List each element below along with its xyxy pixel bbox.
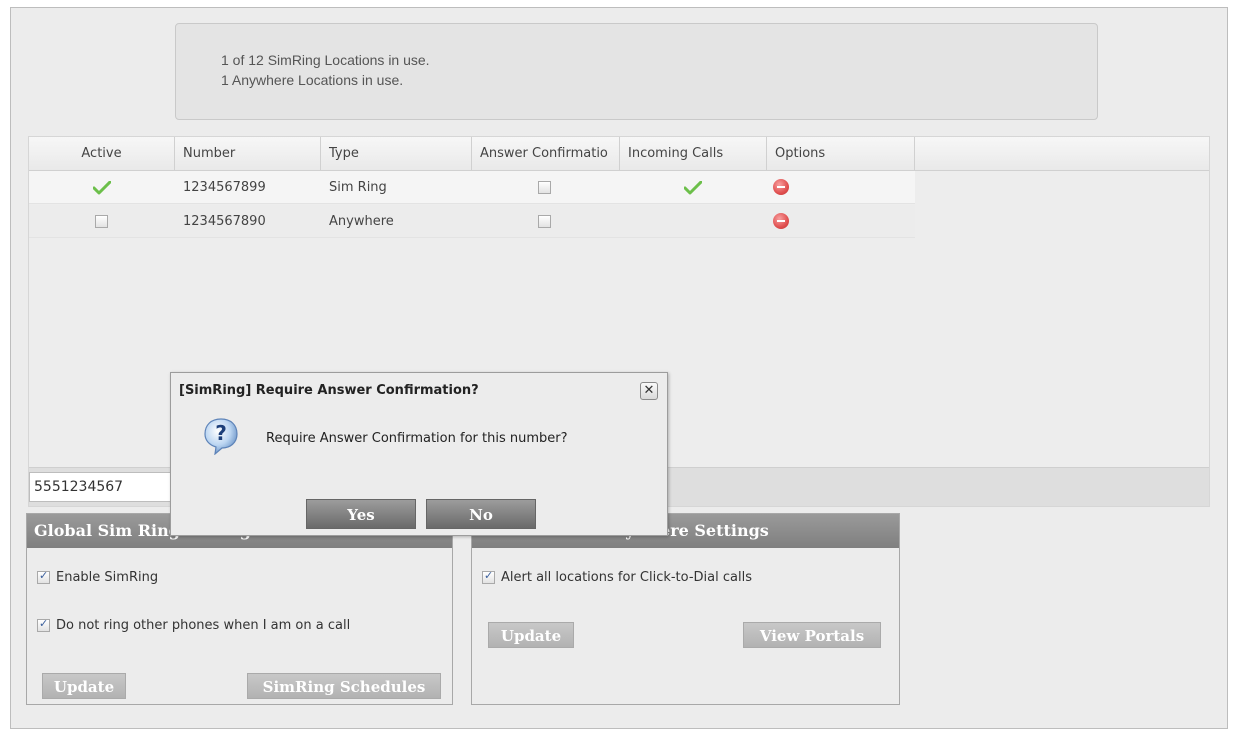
question-icon: ?	[204, 418, 238, 455]
yes-button[interactable]: Yes	[306, 499, 416, 529]
table-row[interactable]: 1234567890 Anywhere	[29, 205, 915, 238]
incoming-calls-check-icon	[684, 181, 702, 195]
simring-update-button[interactable]: Update	[42, 673, 126, 699]
row-type: Anywhere	[329, 214, 394, 229]
column-header-options[interactable]: Options	[767, 137, 915, 170]
enable-simring-label: Enable SimRing	[56, 570, 159, 585]
row-type: Sim Ring	[329, 180, 387, 195]
enable-simring-checkbox[interactable]	[37, 569, 50, 584]
usage-info-box: 1 of 12 SimRing Locations in use. 1 Anyw…	[175, 23, 1098, 120]
do-not-ring-label: Do not ring other phones when I am on a …	[56, 618, 351, 633]
grid-header: Active Number Type Answer Confirmatio In…	[29, 137, 1209, 171]
dialog-title: [SimRing] Require Answer Confirmation?	[179, 383, 479, 398]
active-check-icon[interactable]	[93, 181, 111, 195]
no-button[interactable]: No	[426, 499, 536, 529]
row-number: 1234567899	[183, 180, 266, 195]
view-portals-button[interactable]: View Portals	[743, 622, 881, 648]
remove-icon[interactable]	[773, 213, 789, 229]
active-checkbox[interactable]	[95, 215, 108, 228]
table-row[interactable]: 1234567899 Sim Ring	[29, 171, 915, 204]
dialog-message: Require Answer Confirmation for this num…	[266, 431, 568, 446]
do-not-ring-checkbox[interactable]	[37, 617, 50, 632]
answer-confirmation-dialog: [SimRing] Require Answer Confirmation? ✕…	[170, 372, 668, 536]
svg-text:?: ?	[215, 421, 227, 445]
column-header-active[interactable]: Active	[29, 137, 175, 170]
new-number-input[interactable]	[29, 472, 179, 502]
answer-confirmation-checkbox[interactable]	[538, 215, 551, 228]
alert-all-locations-checkbox[interactable]	[482, 569, 495, 584]
close-icon[interactable]: ✕	[640, 382, 658, 400]
simring-usage-text: 1 of 12 SimRing Locations in use.	[221, 52, 430, 68]
column-header-type[interactable]: Type	[321, 137, 472, 170]
answer-confirmation-checkbox[interactable]	[538, 181, 551, 194]
remove-icon[interactable]	[773, 179, 789, 195]
global-simring-settings-panel: Global Sim Ring Settings Enable SimRing …	[26, 513, 453, 705]
column-header-answer-confirmation[interactable]: Answer Confirmatio	[472, 137, 620, 170]
anywhere-update-button[interactable]: Update	[488, 622, 574, 648]
row-number: 1234567890	[183, 214, 266, 229]
simring-schedules-button[interactable]: SimRing Schedules	[247, 673, 441, 699]
anywhere-usage-text: 1 Anywhere Locations in use.	[221, 72, 404, 88]
global-anywhere-settings-panel: Global Office Anywhere Settings Alert al…	[471, 513, 900, 705]
alert-all-locations-label: Alert all locations for Click-to-Dial ca…	[501, 570, 752, 585]
column-header-incoming-calls[interactable]: Incoming Calls	[620, 137, 767, 170]
column-header-number[interactable]: Number	[175, 137, 321, 170]
